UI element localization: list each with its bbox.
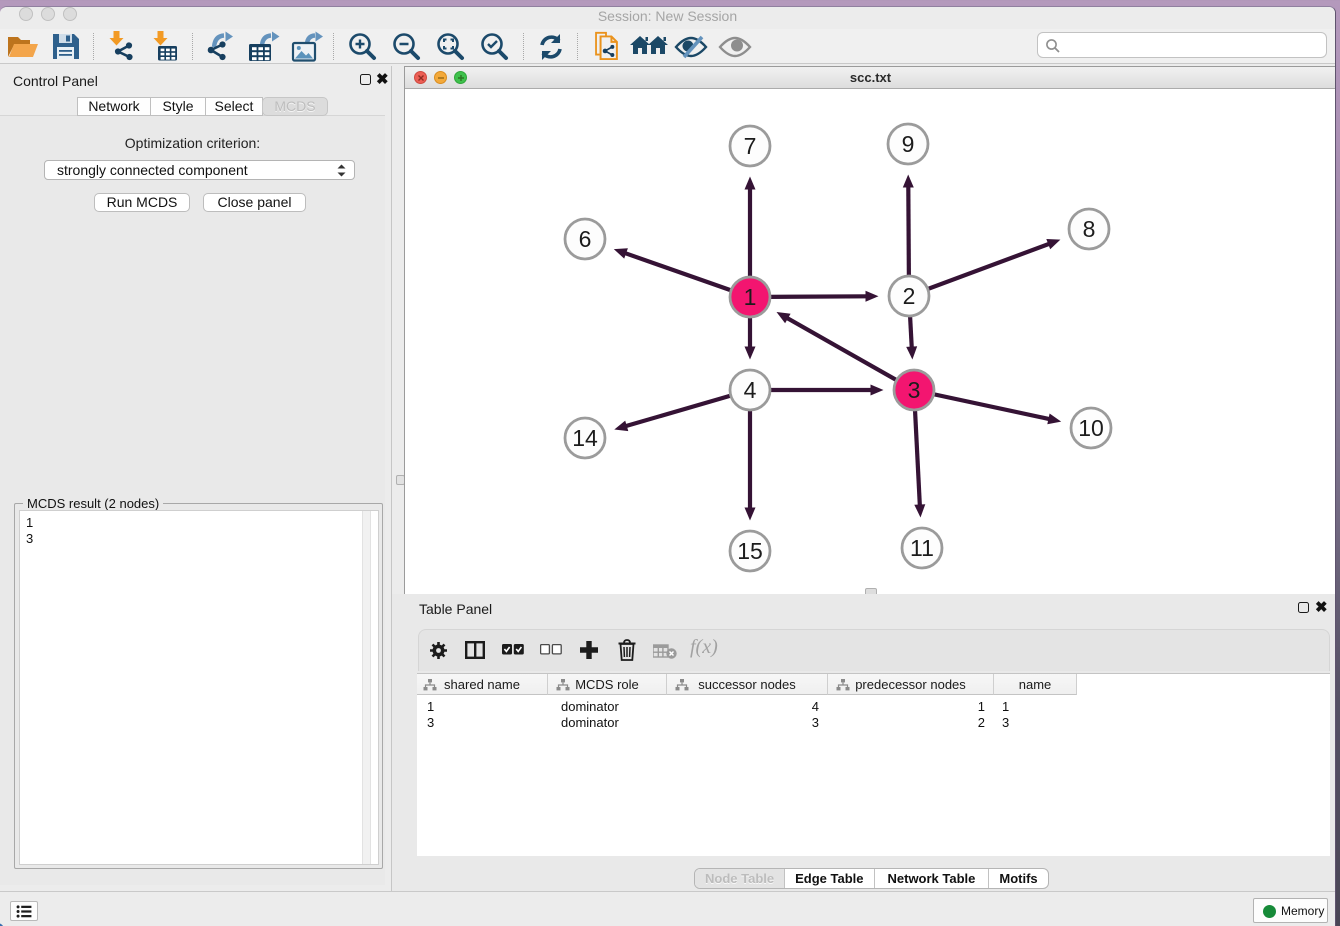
svg-text:1: 1 [744,284,757,310]
svg-text:6: 6 [579,226,592,252]
svg-text:8: 8 [1083,216,1096,242]
svg-text:2: 2 [903,283,916,309]
svg-text:14: 14 [572,425,598,451]
svg-text:15: 15 [737,538,763,564]
svg-text:9: 9 [902,131,915,157]
svg-text:10: 10 [1078,415,1104,441]
svg-text:7: 7 [744,133,757,159]
svg-text:11: 11 [910,535,934,561]
svg-text:3: 3 [908,377,921,403]
svg-text:4: 4 [744,377,757,403]
